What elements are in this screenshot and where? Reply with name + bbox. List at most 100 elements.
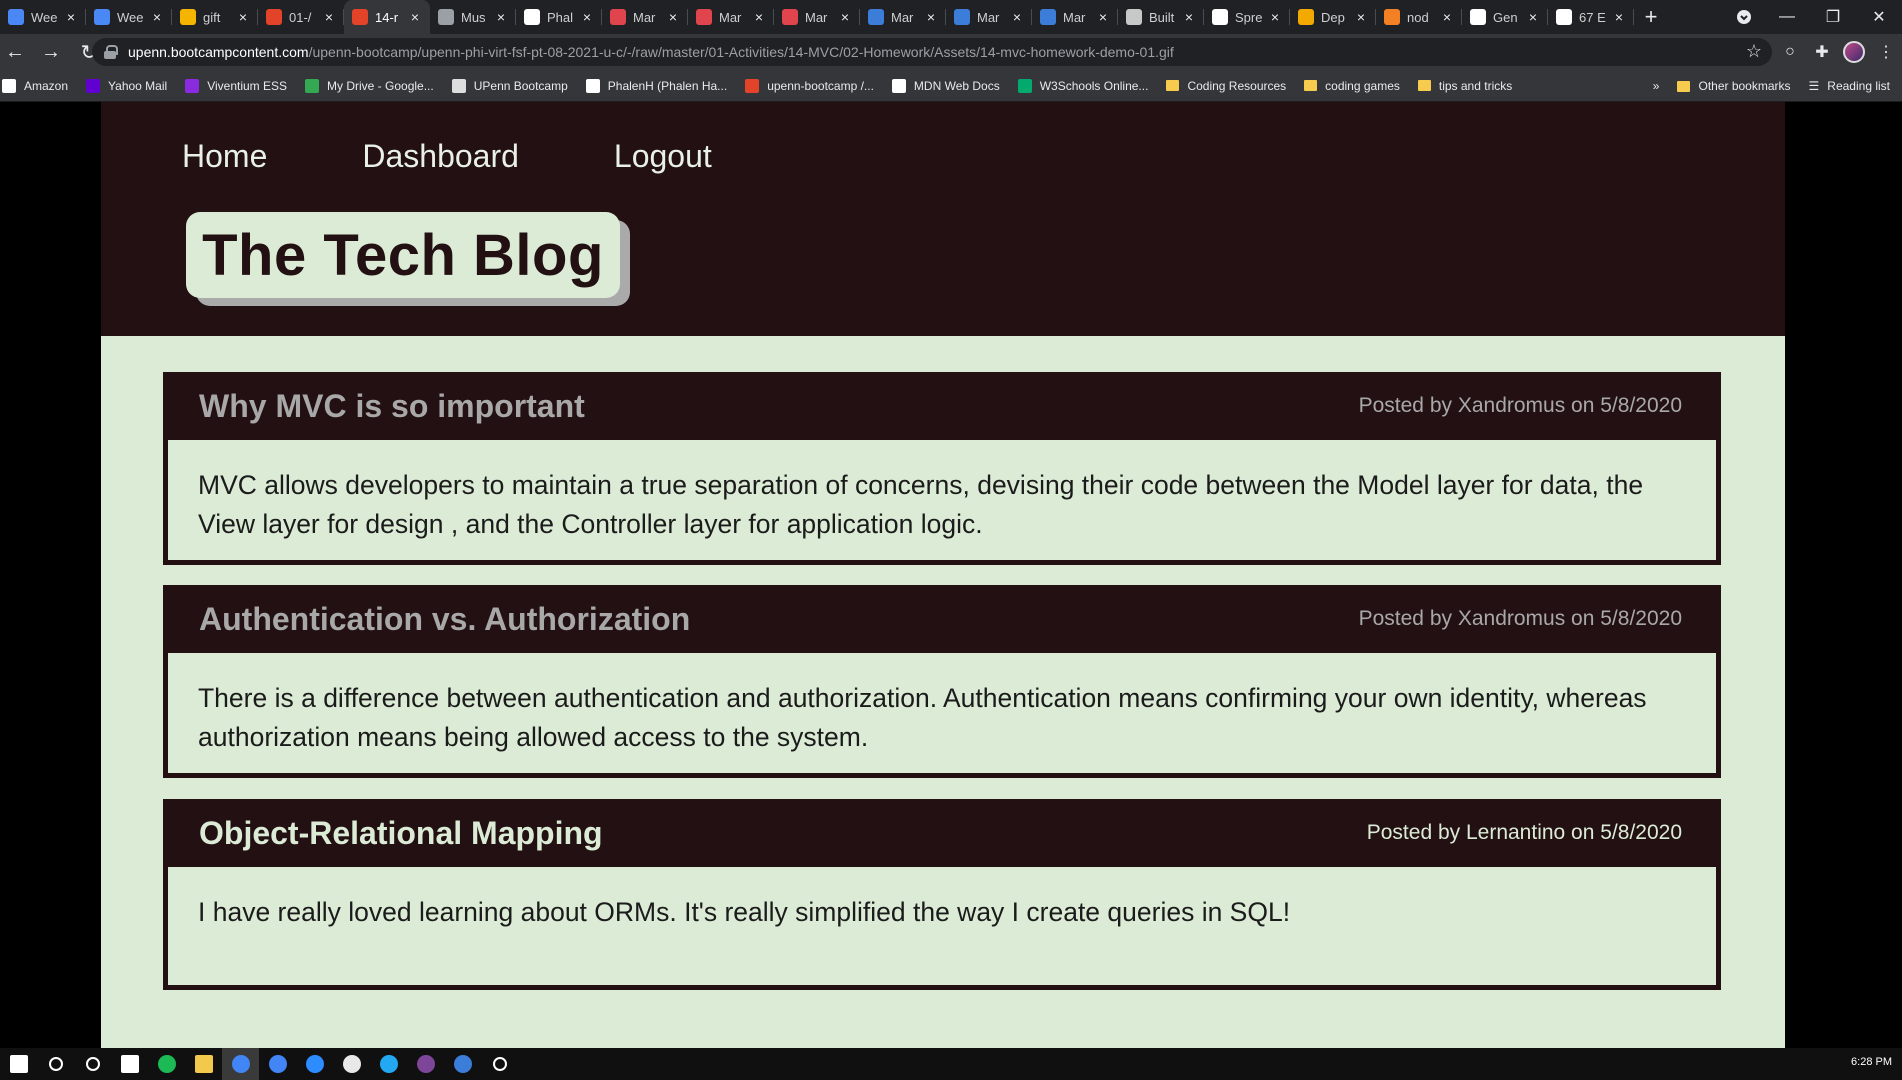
taskbar-clock[interactable]: 6:28 PM (1851, 1056, 1892, 1068)
close-tab-icon[interactable]: × (838, 9, 852, 25)
close-tab-icon[interactable]: × (1612, 9, 1626, 25)
other-bookmarks-folder[interactable]: Other bookmarks (1677, 79, 1791, 93)
chrome-menu-icon[interactable]: ⋮ (1870, 34, 1902, 70)
browser-tab[interactable]: Mar × (774, 0, 860, 34)
browser-tab[interactable]: Spre × (1204, 0, 1290, 34)
bookmark-item[interactable]: MDN Web Docs (891, 78, 1000, 93)
tab-search-icon[interactable] (1724, 0, 1764, 34)
close-tab-icon[interactable]: × (150, 9, 164, 25)
bookmark-item[interactable]: upenn-bootcamp /... (745, 78, 874, 93)
chrome-icon[interactable] (222, 1048, 259, 1080)
close-tab-icon[interactable]: × (64, 9, 78, 25)
close-tab-icon[interactable]: × (1440, 9, 1454, 25)
bookmark-item[interactable]: PhalenH (Phalen Ha... (585, 78, 727, 93)
gitlab-icon (352, 9, 368, 25)
terminal-icon[interactable] (444, 1048, 481, 1080)
new-tab-button[interactable]: + (1634, 0, 1668, 34)
close-tab-icon[interactable]: × (494, 9, 508, 25)
close-tab-icon[interactable]: × (924, 9, 938, 25)
bookmark-item[interactable]: W3Schools Online... (1017, 78, 1149, 93)
minimize-button[interactable]: — (1764, 0, 1810, 34)
browser-tab[interactable]: Mar × (688, 0, 774, 34)
tor-icon[interactable] (407, 1048, 444, 1080)
close-tab-icon[interactable]: × (752, 9, 766, 25)
close-tab-icon[interactable]: × (1268, 9, 1282, 25)
nav-home-link[interactable]: Home (182, 138, 267, 175)
restore-button[interactable]: ❐ (1810, 0, 1856, 34)
bookmarks-overflow-button[interactable]: » (1653, 79, 1660, 93)
start-icon[interactable] (0, 1048, 37, 1080)
post-title[interactable]: Authentication vs. Authorization (199, 601, 690, 638)
browser-tab[interactable]: Mar × (1032, 0, 1118, 34)
close-tab-icon[interactable]: × (1526, 9, 1540, 25)
browser-tab[interactable]: gift × (172, 0, 258, 34)
post-card[interactable]: Authentication vs. Authorization Posted … (163, 585, 1721, 778)
task-view-icon[interactable] (111, 1048, 148, 1080)
settings-icon[interactable] (481, 1048, 518, 1080)
forward-icon[interactable]: → (36, 37, 66, 67)
close-tab-icon[interactable]: × (1096, 9, 1110, 25)
bookmark-item[interactable]: Coding Resources (1166, 79, 1286, 93)
bookmark-star-icon[interactable]: ☆ (1746, 41, 1762, 62)
browser-tab[interactable]: Mar × (946, 0, 1032, 34)
lock-icon[interactable] (104, 45, 118, 59)
browser-tab[interactable]: Built × (1118, 0, 1204, 34)
browser-tab[interactable]: Phal × (516, 0, 602, 34)
close-tab-icon[interactable]: × (1010, 9, 1024, 25)
file-explorer-icon[interactable] (185, 1048, 222, 1080)
vscode-icon[interactable] (370, 1048, 407, 1080)
post-card[interactable]: Object-Relational Mapping Posted by Lern… (163, 799, 1721, 990)
close-window-button[interactable]: ✕ (1856, 0, 1902, 34)
browser-tab[interactable]: 14-r × (344, 0, 430, 34)
browser-tab[interactable]: Wee × (0, 0, 86, 34)
close-tab-icon[interactable]: × (322, 9, 336, 25)
browser-tab[interactable]: Wee × (86, 0, 172, 34)
browser-tab[interactable]: Dep × (1290, 0, 1376, 34)
browser-tab[interactable]: Mar × (860, 0, 946, 34)
slack-icon[interactable] (333, 1048, 370, 1080)
chrome-icon[interactable] (259, 1048, 296, 1080)
gitlab-icon (745, 78, 760, 93)
browser-tab[interactable]: Mar × (602, 0, 688, 34)
tab-title: Spre (1235, 9, 1263, 25)
folder-icon (1166, 80, 1180, 91)
cortana-icon[interactable] (74, 1048, 111, 1080)
extension-circle-icon[interactable]: ○ (1774, 34, 1806, 70)
browser-tab[interactable]: 67 E × (1548, 0, 1634, 34)
close-tab-icon[interactable]: × (1354, 9, 1368, 25)
bootcamp-icon (1212, 9, 1228, 25)
close-tab-icon[interactable]: × (580, 9, 594, 25)
bookmark-item[interactable]: Amazon (2, 78, 68, 93)
bookmark-label: W3Schools Online... (1039, 78, 1149, 93)
post-title[interactable]: Why MVC is so important (199, 388, 585, 425)
close-tab-icon[interactable]: × (1182, 9, 1196, 25)
search-icon[interactable] (37, 1048, 74, 1080)
close-tab-icon[interactable]: × (236, 9, 250, 25)
bookmark-item[interactable]: coding games (1304, 79, 1400, 93)
profile-avatar[interactable] (1838, 34, 1870, 70)
address-bar[interactable]: upenn.bootcampcontent.com /upenn-bootcam… (92, 38, 1772, 66)
post-meta: Posted by Xandromus on 5/8/2020 (1358, 394, 1682, 417)
reading-list-button[interactable]: ☰ Reading list (1809, 79, 1890, 93)
folder-icon (1304, 80, 1318, 91)
nav-logout-link[interactable]: Logout (614, 138, 712, 175)
close-tab-icon[interactable]: × (408, 9, 422, 25)
spotify-icon[interactable] (148, 1048, 185, 1080)
bookmark-item[interactable]: tips and tricks (1417, 79, 1512, 93)
browser-tab[interactable]: nod × (1376, 0, 1462, 34)
post-card[interactable]: Why MVC is so important Posted by Xandro… (163, 372, 1721, 565)
bookmark-item[interactable]: Yahoo Mail (86, 78, 167, 93)
bookmark-item[interactable]: Viventium ESS (185, 78, 287, 93)
back-icon[interactable]: ← (0, 37, 30, 67)
slack-icon-glyph (342, 1055, 361, 1073)
bookmark-item[interactable]: UPenn Bootcamp (451, 78, 568, 93)
post-title[interactable]: Object-Relational Mapping (199, 815, 603, 852)
browser-tab[interactable]: Mus × (430, 0, 516, 34)
browser-tab[interactable]: 01-/ × (258, 0, 344, 34)
zoom-icon[interactable] (296, 1048, 333, 1080)
close-tab-icon[interactable]: × (666, 9, 680, 25)
nav-dashboard-link[interactable]: Dashboard (362, 138, 519, 175)
extensions-puzzle-icon[interactable]: ✚ (1806, 34, 1838, 70)
browser-tab[interactable]: Gen × (1462, 0, 1548, 34)
bookmark-item[interactable]: My Drive - Google... (305, 78, 434, 93)
